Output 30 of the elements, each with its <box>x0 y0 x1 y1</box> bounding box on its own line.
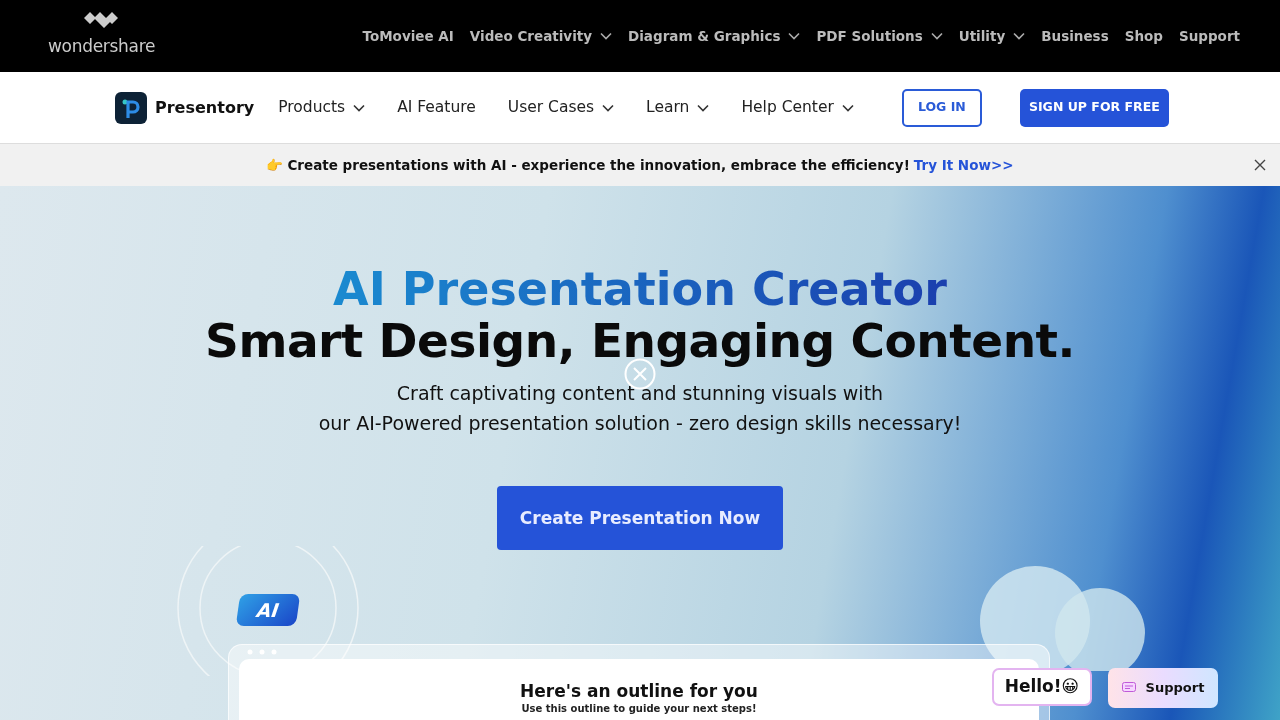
hero-subtitle: Smart Design, Engaging Content. <box>205 314 1075 367</box>
close-icon[interactable] <box>1254 159 1266 171</box>
nav-link[interactable]: Learn <box>646 95 710 120</box>
top-nav-link[interactable]: Video Creativity <box>469 25 613 47</box>
outline-subheading: Use this outline to guide your next steps! <box>520 702 758 717</box>
hero-description: Craft captivating content and stunning visuals with our AI-Powered presentation solution - zero design skills necessary! <box>317 381 963 437</box>
top-nav-link[interactable]: Diagram & Graphics <box>628 25 801 47</box>
try-it-link[interactable]: Try It Now>> <box>913 154 1014 176</box>
hello-chat-button[interactable]: Hello!😀 <box>992 668 1092 706</box>
signup-button[interactable]: SIGN UP FOR FREE <box>1019 88 1169 127</box>
ai-badge: AI <box>235 594 301 626</box>
brand-name: Presentory <box>155 96 255 119</box>
top-nav-link[interactable]: Business <box>1041 25 1109 47</box>
nav-link[interactable]: User Cases <box>507 95 615 120</box>
top-nav-link[interactable]: Shop <box>1124 25 1163 47</box>
nav-link[interactable]: AI Feature <box>397 95 476 120</box>
promo-text: Create presentations with AI - experience the innovation, embrace the efficiency! <box>287 155 910 175</box>
nav-link[interactable]: Products <box>278 95 366 120</box>
wondershare-logo[interactable]: wondershare <box>48 12 156 60</box>
login-button[interactable]: LOG IN <box>901 88 982 127</box>
create-presentation-button[interactable]: Create Presentation Now <box>497 486 783 551</box>
presentory-logo-icon[interactable] <box>115 91 147 124</box>
top-nav-link[interactable]: ToMoviee AI <box>362 25 454 47</box>
top-nav-link[interactable]: Support <box>1178 25 1240 47</box>
chat-bubble-icon <box>1121 682 1136 694</box>
top-nav-link[interactable]: Utility <box>958 25 1026 47</box>
nav-link[interactable]: Help Center <box>741 95 854 120</box>
pointing-emoji: 👉 <box>266 155 284 175</box>
top-nav-link[interactable]: PDF Solutions <box>816 25 943 47</box>
support-button[interactable]: Support <box>1108 668 1218 708</box>
